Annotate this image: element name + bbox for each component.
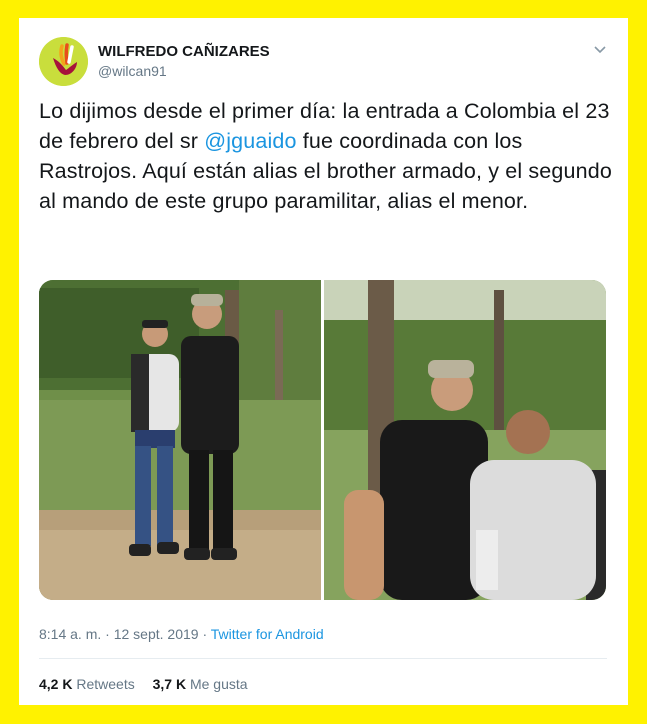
tweet-meta: 8:14 a. m. · 12 sept. 2019 · Twitter for… <box>39 626 324 642</box>
divider <box>39 658 607 659</box>
likes-label: Me gusta <box>189 676 248 692</box>
photo-right[interactable] <box>324 280 606 600</box>
tweet-time[interactable]: 8:14 a. m. <box>39 626 101 642</box>
avatar[interactable] <box>39 37 88 86</box>
mention-link[interactable]: @jguaido <box>204 129 296 153</box>
logo-avatar-icon <box>39 37 88 86</box>
retweets-stat[interactable]: 4,2 K Retweets <box>39 676 135 692</box>
tweet-text: Lo dijimos desde el primer día: la entra… <box>39 96 614 216</box>
author-handle[interactable]: @wilcan91 <box>98 63 167 79</box>
meta-separator: · <box>101 626 114 642</box>
tweet-card: WILFREDO CAÑIZARES @wilcan91 Lo dijimos … <box>19 18 628 705</box>
likes-stat[interactable]: 3,7 K Me gusta <box>153 676 248 692</box>
tweet-stats: 4,2 K Retweets 3,7 K Me gusta <box>39 676 262 692</box>
retweets-count: 4,2 K <box>39 676 73 692</box>
chevron-down-icon[interactable] <box>592 44 608 56</box>
tweet-date[interactable]: 12 sept. 2019 <box>114 626 199 642</box>
likes-count: 3,7 K <box>152 676 187 692</box>
retweets-label: Retweets <box>76 676 135 692</box>
author-name[interactable]: WILFREDO CAÑIZARES <box>98 43 270 60</box>
tweet-source[interactable]: Twitter for Android <box>211 626 324 642</box>
media-gallery <box>39 280 606 600</box>
meta-separator: · <box>198 626 211 642</box>
photo-left[interactable] <box>39 280 321 600</box>
